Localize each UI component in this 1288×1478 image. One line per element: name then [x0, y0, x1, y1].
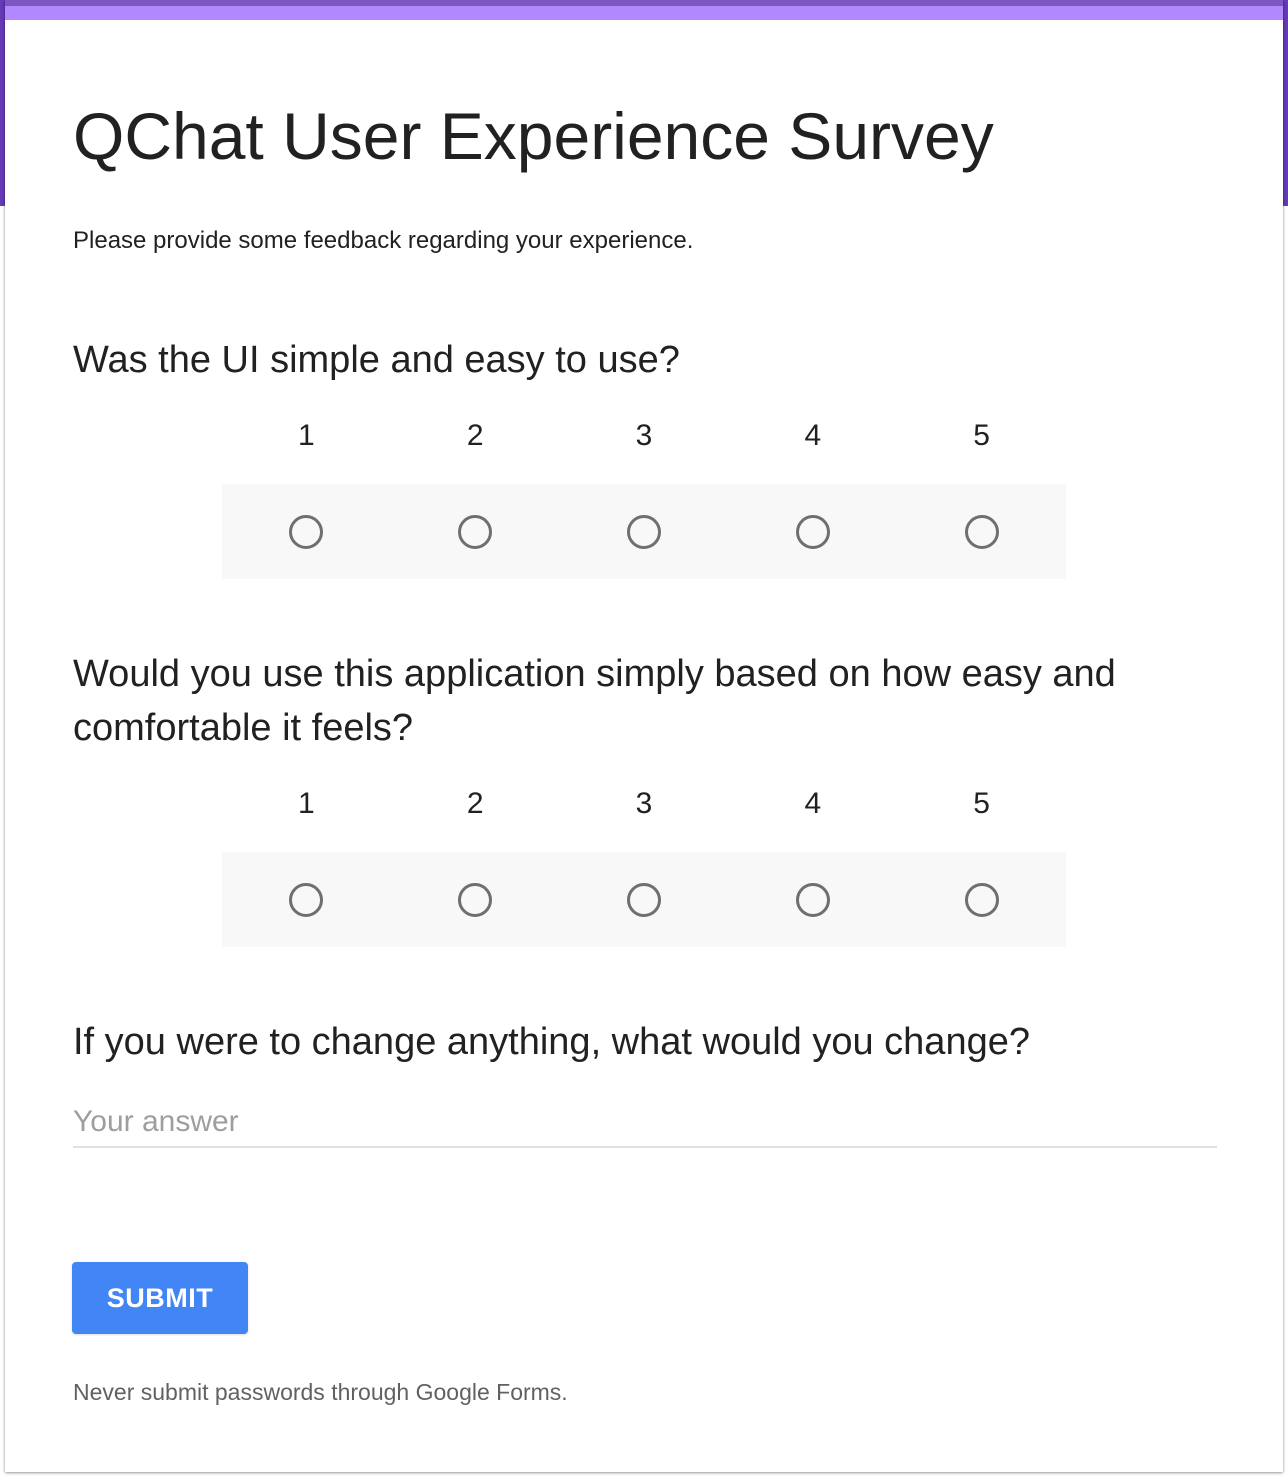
question-1-option-4[interactable] [728, 484, 897, 579]
radio-button[interactable] [289, 882, 324, 917]
scale-label-2: 2 [466, 787, 484, 820]
question-2-radio-group [222, 852, 1066, 947]
radio-button[interactable] [795, 514, 830, 549]
scale-label-2: 2 [466, 419, 484, 452]
form-title: QChat User Experience Survey [73, 99, 994, 173]
scale-label-4: 4 [804, 787, 822, 820]
radio-button[interactable] [458, 882, 493, 917]
radio-button[interactable] [964, 882, 999, 917]
form-card: QChat User Experience Survey Please prov… [5, 0, 1283, 1472]
scale-label-5: 5 [973, 419, 990, 452]
radio-button[interactable] [626, 882, 661, 917]
scale-label-1: 1 [298, 419, 315, 452]
question-1-option-5[interactable] [897, 484, 1066, 579]
radio-button[interactable] [795, 882, 830, 917]
scale-label-3: 3 [635, 419, 653, 452]
radio-button[interactable] [964, 514, 999, 549]
question-1-text: Was the UI simple and easy to use? [73, 339, 680, 381]
card-accent-bar [5, 0, 1283, 20]
question-2-option-3[interactable] [560, 852, 729, 947]
question-2-option-5[interactable] [897, 852, 1066, 947]
password-warning-note: Never submit passwords through Google Fo… [73, 1379, 568, 1405]
question-2-text: Would you use this application simply ba… [73, 653, 1116, 749]
question-1-radio-group [222, 484, 1066, 579]
radio-button[interactable] [289, 514, 324, 549]
question-2-option-1[interactable] [222, 852, 391, 947]
page: QChat User Experience Survey Please prov… [0, 0, 1288, 1478]
submit-button[interactable]: SUBMIT [72, 1262, 248, 1334]
scale-label-5: 5 [973, 787, 990, 820]
question-2-option-4[interactable] [728, 852, 897, 947]
scale-label-4: 4 [804, 419, 822, 452]
question-1-scale-labels: 1 2 3 4 5 [222, 418, 1066, 454]
scale-label-1: 1 [298, 787, 315, 820]
form-description: Please provide some feedback regarding y… [73, 227, 694, 254]
radio-button[interactable] [626, 514, 661, 549]
scale-label-3: 3 [635, 787, 653, 820]
radio-button[interactable] [458, 514, 493, 549]
question-3-answer-input[interactable] [73, 1098, 1217, 1148]
question-1-option-3[interactable] [560, 484, 729, 579]
question-2-option-2[interactable] [391, 852, 560, 947]
question-2-scale-labels: 1 2 3 4 5 [222, 786, 1066, 822]
question-3-text: If you were to change anything, what wou… [73, 1021, 1030, 1063]
question-1-option-1[interactable] [222, 484, 391, 579]
question-1-option-2[interactable] [391, 484, 560, 579]
